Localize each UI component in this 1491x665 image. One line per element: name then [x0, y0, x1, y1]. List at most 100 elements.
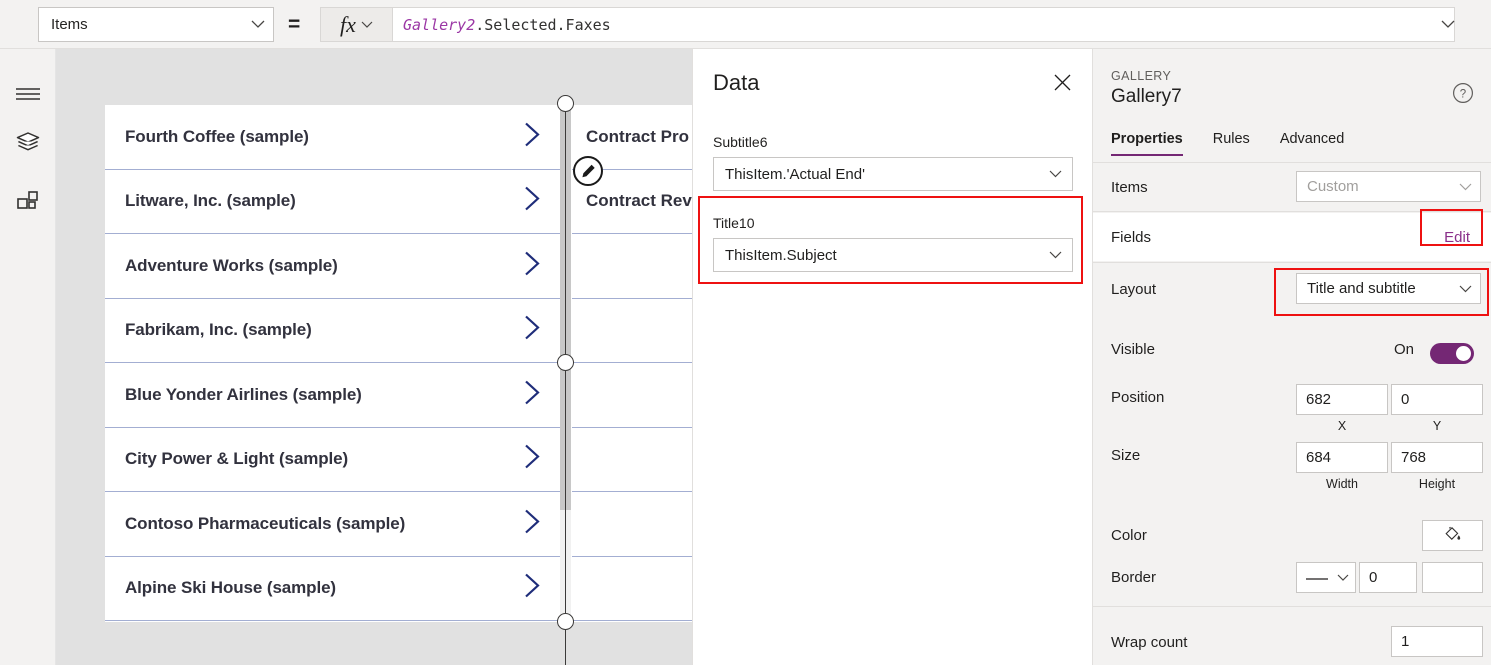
data-field-value: ThisItem.Subject — [725, 246, 837, 264]
chevron-down-icon — [361, 21, 373, 29]
tab-rules[interactable]: Rules — [1213, 131, 1250, 156]
layout-dropdown[interactable]: Title and subtitle — [1296, 273, 1481, 304]
formula-input[interactable]: Gallery2 .Selected.Faxes — [393, 7, 1455, 42]
data-field-value: ThisItem.'Actual End' — [725, 165, 865, 183]
selection-handle-middle[interactable] — [557, 354, 574, 371]
toggle-knob — [1456, 346, 1471, 361]
fx-icon: fx — [340, 11, 356, 37]
chevron-right-icon[interactable] — [522, 378, 542, 411]
divider — [1093, 606, 1491, 607]
formula-rest: .Selected.Faxes — [475, 15, 611, 34]
layout-dropdown-value: Title and subtitle — [1307, 280, 1416, 297]
properties-panel: GALLERY Gallery7 ? Properties Rules Adva… — [1092, 49, 1491, 665]
list-item[interactable]: Adventure Works (sample) — [105, 234, 560, 299]
hamburger-menu-icon[interactable] — [0, 72, 56, 116]
data-field-label: Title10 — [713, 215, 755, 231]
formula-expand-button[interactable] — [1441, 16, 1455, 34]
data-field-label: Subtitle6 — [713, 134, 768, 150]
chevron-down-icon — [251, 20, 265, 29]
list-item-title: Fourth Coffee (sample) — [125, 126, 309, 146]
color-picker-button[interactable] — [1422, 520, 1483, 551]
property-select-value: Items — [51, 16, 88, 33]
left-rail — [0, 49, 56, 665]
list-item-title: Alpine Ski House (sample) — [125, 578, 336, 598]
list-item[interactable]: Fourth Coffee (sample) — [105, 105, 560, 170]
list-item-title: Litware, Inc. (sample) — [125, 191, 296, 211]
position-x-input[interactable]: 682 — [1296, 384, 1388, 415]
paint-bucket-icon — [1443, 524, 1462, 548]
property-select[interactable]: Items — [38, 7, 274, 42]
formula-identifier: Gallery2 — [403, 15, 476, 34]
list-item[interactable] — [572, 234, 692, 299]
layers-icon[interactable] — [0, 120, 56, 164]
list-item[interactable]: Litware, Inc. (sample) — [105, 170, 560, 234]
help-circle-icon[interactable]: ? — [1452, 82, 1474, 104]
equals-sign: = — [288, 13, 301, 36]
list-item[interactable]: Blue Yonder Airlines (sample) — [105, 363, 560, 428]
fields-edit-link[interactable]: Edit — [1444, 229, 1470, 246]
row-fields-label: Fields — [1111, 229, 1152, 246]
row-size-label: Size — [1111, 447, 1141, 464]
selection-handle-top[interactable] — [557, 95, 574, 112]
data-field-combo[interactable]: ThisItem.'Actual End' — [713, 157, 1073, 191]
fx-button[interactable]: fx — [320, 7, 393, 42]
chevron-down-icon — [1459, 285, 1472, 293]
close-icon[interactable] — [1051, 71, 1073, 93]
size-height-input[interactable]: 768 — [1391, 442, 1483, 473]
visible-state-label: On — [1394, 341, 1415, 358]
row-border-label: Border — [1111, 569, 1157, 586]
chevron-right-icon[interactable] — [522, 314, 542, 347]
row-fields: Fields Edit — [1093, 213, 1491, 261]
selection-outline — [565, 96, 566, 665]
list-item[interactable] — [572, 299, 692, 363]
app-canvas: Fourth Coffee (sample) Litware, Inc. (sa… — [56, 49, 692, 665]
row-visible: Visible On — [1093, 327, 1491, 371]
row-wrap-count-label: Wrap count — [1111, 634, 1188, 651]
items-dropdown-value: Custom — [1307, 178, 1359, 195]
row-border: Border 0 — [1093, 554, 1491, 601]
list-item[interactable] — [572, 428, 692, 492]
border-style-value — [1305, 569, 1337, 586]
position-y-input[interactable]: 0 — [1391, 384, 1483, 415]
edit-pencil-icon[interactable] — [573, 156, 603, 186]
data-panel-header: Data — [693, 49, 1093, 111]
list-item[interactable] — [572, 363, 692, 428]
wrap-count-input[interactable]: 1 — [1391, 626, 1483, 657]
row-visible-label: Visible — [1111, 341, 1155, 358]
list-item[interactable] — [572, 492, 692, 557]
data-field-combo[interactable]: ThisItem.Subject — [713, 238, 1073, 272]
border-color-swatch[interactable] — [1422, 562, 1483, 593]
chevron-right-icon[interactable] — [522, 572, 542, 605]
chevron-right-icon[interactable] — [522, 507, 542, 540]
components-grid-icon[interactable] — [0, 180, 56, 224]
list-item[interactable] — [572, 557, 692, 621]
size-width-input[interactable]: 684 — [1296, 442, 1388, 473]
list-item[interactable]: Contoso Pharmaceuticals (sample) — [105, 492, 560, 557]
row-position: Position 682 0 X Y — [1093, 375, 1491, 433]
chevron-right-icon[interactable] — [522, 120, 542, 153]
chevron-right-icon[interactable] — [522, 443, 542, 476]
divider — [1093, 262, 1491, 263]
formula-bar: Items = fx Gallery2 .Selected.Faxes — [0, 0, 1491, 49]
selection-handle-bottom[interactable] — [557, 613, 574, 630]
list-item-title: City Power & Light (sample) — [125, 449, 349, 469]
size-height-caption: Height — [1418, 477, 1456, 491]
gallery-companies[interactable]: Fourth Coffee (sample) Litware, Inc. (sa… — [105, 105, 560, 622]
chevron-right-icon[interactable] — [522, 185, 542, 218]
items-dropdown[interactable]: Custom — [1296, 171, 1481, 202]
position-y-caption: Y — [1432, 419, 1442, 433]
powerapps-studio: Items = fx Gallery2 .Selected.Faxes Four… — [0, 0, 1491, 665]
list-item-title: Fabrikam, Inc. (sample) — [125, 320, 312, 340]
row-position-label: Position — [1111, 389, 1165, 406]
list-item[interactable]: City Power & Light (sample) — [105, 428, 560, 492]
tab-properties[interactable]: Properties — [1111, 131, 1183, 156]
divider — [1093, 211, 1491, 212]
border-style-dropdown[interactable] — [1296, 562, 1356, 593]
row-color-label: Color — [1111, 527, 1147, 544]
border-thickness-input[interactable]: 0 — [1359, 562, 1417, 593]
tab-advanced[interactable]: Advanced — [1280, 131, 1345, 156]
chevron-right-icon[interactable] — [522, 249, 542, 282]
list-item[interactable]: Alpine Ski House (sample) — [105, 557, 560, 621]
list-item[interactable]: Fabrikam, Inc. (sample) — [105, 299, 560, 363]
visible-toggle[interactable] — [1430, 343, 1474, 364]
